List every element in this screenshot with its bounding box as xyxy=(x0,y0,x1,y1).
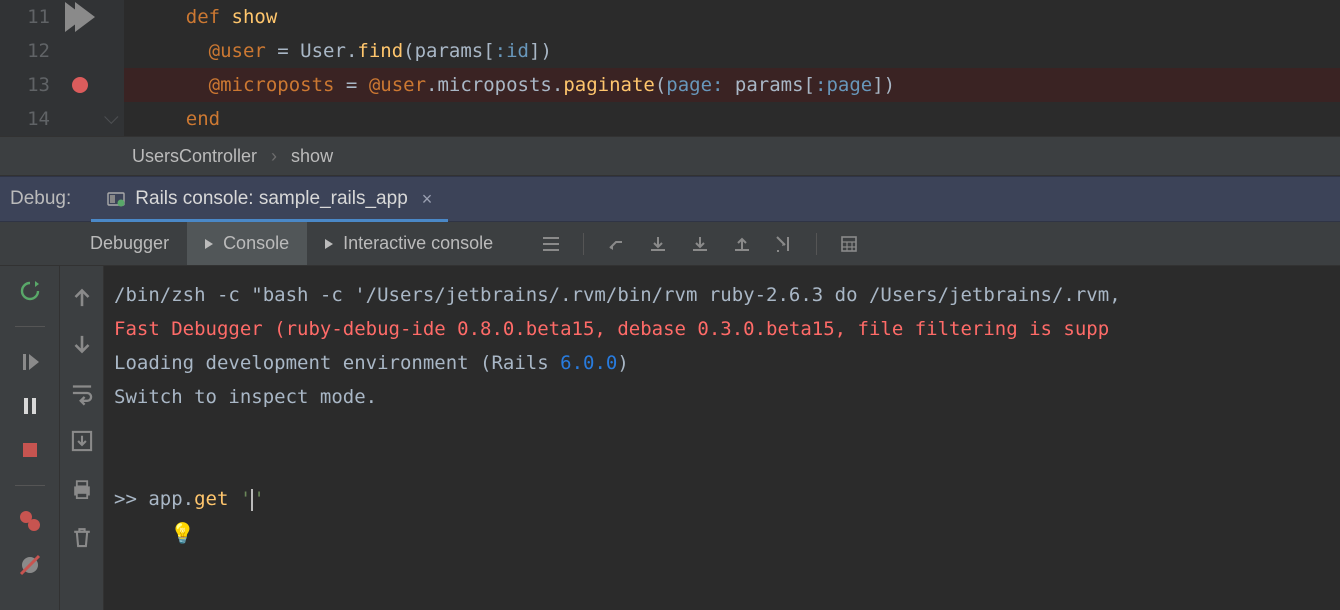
rerun-icon[interactable] xyxy=(17,278,43,304)
line-number-gutter[interactable]: 11 12 13 14 xyxy=(0,0,60,136)
keyword: def xyxy=(186,6,232,28)
console-blank xyxy=(114,448,1340,482)
string-literal: '' xyxy=(240,488,265,510)
console-line: Loading development environment (Rails 6… xyxy=(114,346,1340,380)
line-number[interactable]: 11 xyxy=(0,0,50,34)
console-line: Switch to inspect mode. xyxy=(114,380,1340,414)
upload-icon[interactable] xyxy=(732,234,752,254)
run-to-cursor-icon[interactable] xyxy=(774,234,794,254)
line-number[interactable]: 13 xyxy=(0,68,50,102)
breadcrumb-item[interactable]: UsersController xyxy=(132,146,257,167)
mute-breakpoints-icon[interactable] xyxy=(17,552,43,578)
separator xyxy=(583,233,584,255)
ivar: @user xyxy=(209,40,266,62)
debug-label: Debug: xyxy=(0,188,91,210)
console-prompt-line[interactable]: >> app.get '' xyxy=(114,482,1340,516)
tab-console[interactable]: Console xyxy=(187,222,307,265)
resume-icon[interactable] xyxy=(17,349,43,375)
print-icon[interactable] xyxy=(69,476,95,502)
console-line: /bin/zsh -c "bash -c '/Users/jetbrains/.… xyxy=(114,278,1340,312)
pause-icon[interactable] xyxy=(17,393,43,419)
console-line: Fast Debugger (ruby-debug-ide 0.8.0.beta… xyxy=(114,312,1340,346)
debug-console[interactable]: /bin/zsh -c "bash -c '/Users/jetbrains/.… xyxy=(104,266,1340,610)
rails-console-icon xyxy=(107,190,125,208)
breadcrumb[interactable]: UsersController › show xyxy=(0,136,1340,176)
separator xyxy=(816,233,817,255)
debug-session-title: Rails console: sample_rails_app xyxy=(135,188,407,210)
prompt-symbol: >> xyxy=(114,488,148,510)
calculator-icon[interactable] xyxy=(839,234,859,254)
method-name: show xyxy=(232,6,278,28)
list-icon[interactable] xyxy=(541,234,561,254)
text-caret xyxy=(251,489,253,511)
close-icon[interactable]: × xyxy=(422,189,433,210)
tab-interactive-console[interactable]: Interactive console xyxy=(307,222,511,265)
soft-wrap-icon[interactable] xyxy=(69,380,95,406)
download-icon[interactable] xyxy=(690,234,710,254)
view-breakpoints-icon[interactable] xyxy=(17,508,43,534)
method-marker-icon[interactable] xyxy=(60,0,100,34)
trash-icon[interactable] xyxy=(69,524,95,550)
chevron-right-icon: › xyxy=(271,146,277,167)
line-number[interactable]: 12 xyxy=(0,34,50,68)
debug-toolwindow-header: Debug: Rails console: sample_rails_app × xyxy=(0,176,1340,222)
code-editor: 11 12 13 14 def show xyxy=(0,0,1340,176)
debug-session-tab[interactable]: Rails console: sample_rails_app × xyxy=(91,177,448,221)
fold-column xyxy=(100,0,124,136)
breakpoint-icon[interactable] xyxy=(60,68,100,102)
console-blank xyxy=(114,414,1340,448)
play-icon xyxy=(205,239,213,249)
stop-icon[interactable] xyxy=(17,437,43,463)
arrow-down-icon[interactable] xyxy=(69,332,95,358)
breadcrumb-item[interactable]: show xyxy=(291,146,333,167)
tab-debugger[interactable]: Debugger xyxy=(72,222,187,265)
debug-subtoolbar: Debugger Console Interactive console xyxy=(0,222,1340,266)
keyword: end xyxy=(186,108,220,130)
play-icon xyxy=(325,239,333,249)
arrow-up-icon[interactable] xyxy=(69,284,95,310)
download-icon[interactable] xyxy=(648,234,668,254)
fold-end-icon[interactable] xyxy=(104,110,118,124)
console-side-rail xyxy=(60,266,104,610)
gutter-icon-column xyxy=(60,0,100,136)
code-text[interactable]: def show @user = User.find(params[:id]) … xyxy=(124,0,1340,136)
intention-bulb-icon[interactable]: 💡 xyxy=(170,521,195,545)
line-number[interactable]: 14 xyxy=(0,102,50,136)
step-back-icon[interactable] xyxy=(606,234,626,254)
scroll-to-end-icon[interactable] xyxy=(69,428,95,454)
debug-left-rail xyxy=(0,266,60,610)
